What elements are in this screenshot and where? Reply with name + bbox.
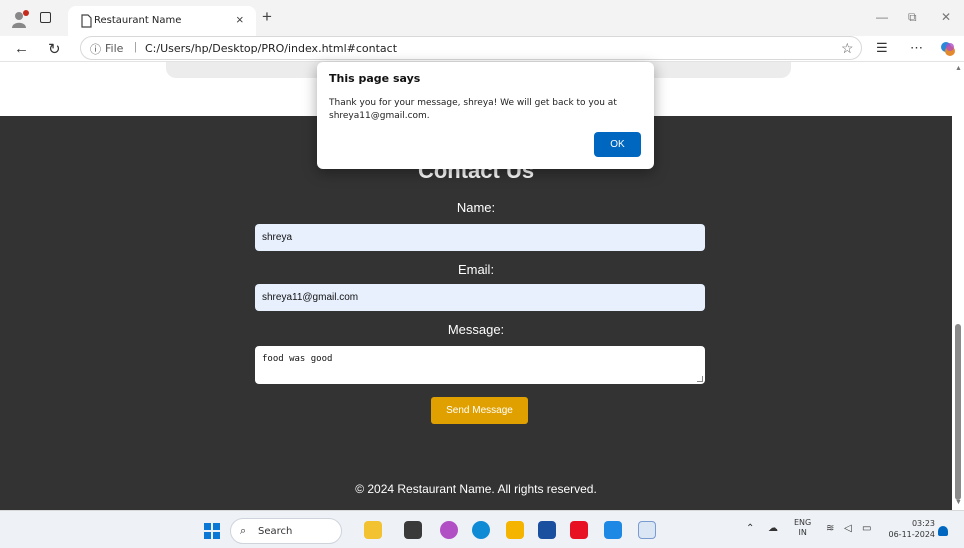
clock-time: 03:23	[911, 519, 935, 528]
scroll-up-icon[interactable]: ▲	[955, 65, 962, 72]
navigation-bar: ← ↻ ⓘ File | C:/Users/hp/Desktop/PRO/ind…	[0, 36, 964, 62]
store-icon[interactable]	[538, 521, 556, 539]
youtube-icon[interactable]	[570, 521, 588, 539]
favorite-star-icon[interactable]: ☆	[841, 40, 854, 57]
send-message-button[interactable]: Send Message	[431, 397, 528, 424]
tab-title: Restaurant Name	[94, 15, 182, 26]
dialog-title: This page says	[329, 72, 421, 85]
message-label: Message:	[447, 322, 505, 337]
message-textarea[interactable]: food was good	[255, 346, 705, 384]
notepad-icon[interactable]	[638, 521, 656, 539]
tab-active[interactable]: Restaurant Name ×	[68, 6, 256, 36]
wifi-icon[interactable]: ≋	[826, 523, 834, 534]
footer-text: © 2024 Restaurant Name. All rights reser…	[355, 482, 597, 496]
back-icon[interactable]: ←	[14, 40, 29, 57]
address-url[interactable]: C:/Users/hp/Desktop/PRO/index.html#conta…	[145, 42, 397, 55]
clock-date: 06-11-2024	[888, 530, 936, 539]
edge-icon[interactable]	[472, 521, 490, 539]
contact-section: Contact Us Name: shreya Email: shreya11@…	[0, 116, 952, 510]
dialog-ok-button[interactable]: OK	[594, 132, 641, 157]
show-hidden-icons-icon[interactable]: ⌃	[746, 523, 754, 534]
favorites-icon[interactable]: ☰	[876, 40, 888, 56]
scroll-down-icon[interactable]: ▼	[955, 499, 962, 506]
refresh-icon[interactable]: ↻	[48, 40, 61, 58]
more-icon[interactable]: ⋯	[910, 40, 923, 56]
restore-button[interactable]: ⧉	[908, 10, 917, 25]
address-bar[interactable]: ⓘ File | C:/Users/hp/Desktop/PRO/index.h…	[80, 36, 862, 60]
language-indicator[interactable]: ENG IN	[794, 518, 811, 538]
search-icon: ⌕	[240, 525, 247, 537]
scrollbar-thumb[interactable]	[955, 324, 961, 500]
message-text: food was good	[262, 354, 333, 364]
task-view-icon[interactable]	[404, 521, 422, 539]
minimize-button[interactable]: —	[876, 10, 888, 24]
email-label: Email:	[457, 262, 495, 277]
clock[interactable]: 03:23 06-11-2024	[885, 518, 936, 540]
language-code: ENG	[794, 518, 812, 527]
tab-close-icon[interactable]: ×	[236, 12, 244, 27]
email-field[interactable]: shreya11@gmail.com	[255, 284, 705, 311]
page-scrollbar[interactable]: ▲ ▼	[952, 62, 964, 510]
document-icon	[81, 14, 92, 28]
screen: Restaurant Name × + — ⧉ ✕ ← ↻ ⓘ File | C…	[0, 0, 964, 548]
address-separator: |	[134, 41, 137, 53]
onedrive-icon[interactable]: ☁	[768, 523, 778, 534]
dialog-message: Thank you for your message, shreya! We w…	[329, 98, 617, 121]
address-scheme-label: File	[105, 42, 124, 55]
volume-icon[interactable]: ◁	[844, 523, 852, 534]
new-tab-button[interactable]: +	[262, 7, 272, 27]
vscode-icon[interactable]	[604, 521, 622, 539]
tab-actions-icon[interactable]	[40, 12, 51, 23]
widgets-icon[interactable]	[364, 521, 382, 539]
name-label: Name:	[456, 200, 496, 215]
windows-start-icon[interactable]	[204, 523, 220, 539]
notification-bell-icon[interactable]	[938, 526, 948, 536]
search-label: Search	[258, 526, 293, 537]
copilot-icon[interactable]	[940, 41, 956, 57]
profile-icon[interactable]	[10, 9, 30, 29]
taskbar: ⌕ Search ⌃ ☁ ENG IN ≋ ◁ ▭ 03:23 06-11-20…	[0, 510, 964, 548]
close-window-button[interactable]: ✕	[941, 10, 951, 24]
name-field[interactable]: shreya	[255, 224, 705, 251]
resize-handle[interactable]	[697, 376, 703, 382]
info-icon[interactable]: ⓘ	[90, 41, 101, 57]
alert-dialog: This page says Thank you for your messag…	[317, 62, 654, 169]
battery-icon[interactable]: ▭	[862, 523, 871, 534]
taskbar-search[interactable]: ⌕ Search	[230, 518, 342, 544]
tab-strip: Restaurant Name × + — ⧉ ✕	[0, 0, 964, 36]
copilot-taskbar-icon[interactable]	[440, 521, 458, 539]
region-code: IN	[798, 528, 807, 537]
file-explorer-icon[interactable]	[506, 521, 524, 539]
